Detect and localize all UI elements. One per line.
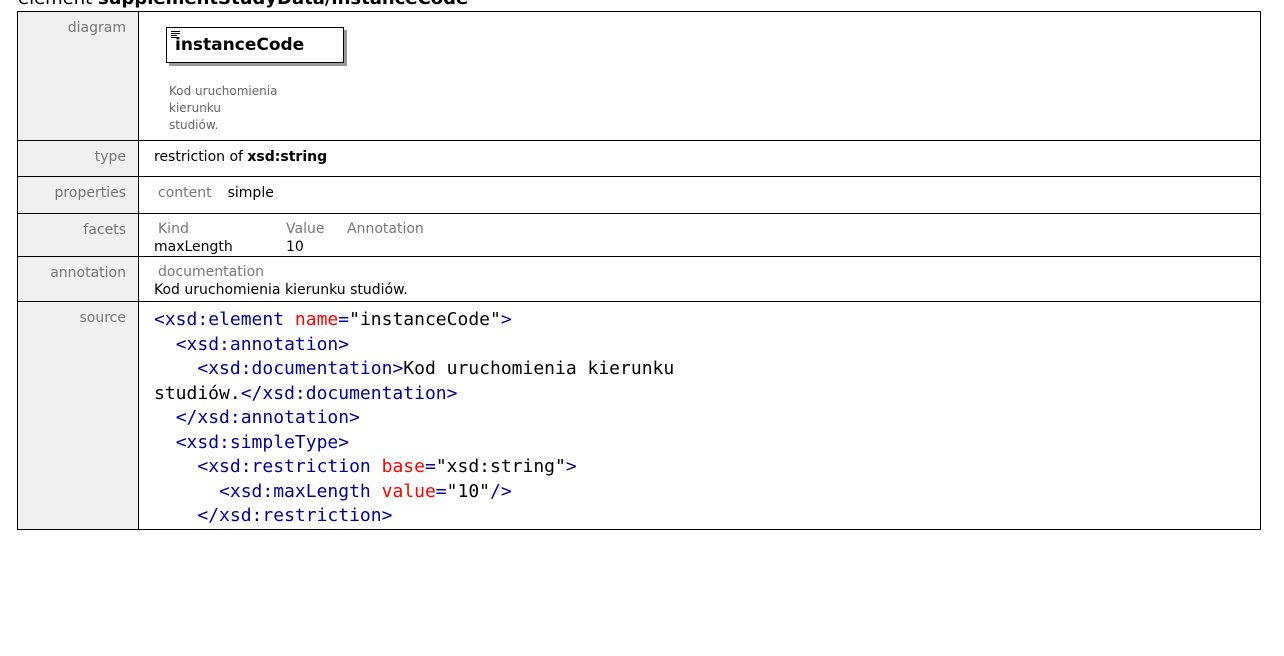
source-line: <xsd:annotation>: [154, 333, 1260, 358]
facet-value: 10: [286, 239, 304, 255]
tag-bracket: <: [197, 358, 209, 379]
tag-bracket: <: [154, 309, 165, 330]
facet-kind: maxLength: [154, 239, 233, 255]
row-label-source: source: [17, 301, 139, 530]
facets-header-value: Value: [286, 221, 325, 237]
row-label-diagram: diagram: [17, 11, 139, 141]
tag-bracket: >: [338, 333, 350, 355]
property-key: content: [158, 185, 212, 201]
attribute-value: "xsd:string": [435, 456, 566, 477]
diagram-row: diagram instanceCode Kod uruchomienia ki…: [17, 11, 1261, 141]
attribute-equals: =: [424, 456, 436, 477]
tag-bracket: >: [338, 431, 350, 453]
tag-name: xsd:restriction: [208, 456, 371, 477]
source-line: <xsd:simpleType>: [154, 431, 1260, 456]
row-label-type: type: [17, 140, 139, 177]
properties-cell: content simple: [138, 176, 1261, 214]
tag-name: xsd:documentation: [208, 358, 393, 379]
tag-bracket: <: [219, 480, 230, 502]
page-title-element-path: supplementStudyData/instanceCode: [98, 0, 468, 9]
tag-name: xsd:documentation: [262, 382, 447, 404]
tag-name: xsd:annotation: [186, 333, 339, 355]
tag-bracket: </: [175, 407, 198, 428]
attribute-value: "10": [446, 480, 490, 502]
facet-row: maxLength 10: [154, 238, 1260, 256]
source-line: <xsd:element name="instanceCode">: [154, 308, 1260, 333]
type-prefix: restriction of: [154, 149, 248, 165]
facets-cell: Kind Value Annotation maxLength 10: [138, 213, 1261, 257]
attribute-equals: =: [338, 309, 350, 330]
tag-bracket: >: [349, 407, 360, 428]
attribute-name: name: [294, 309, 339, 330]
tag-bracket: >: [392, 358, 404, 379]
tag-bracket: />: [490, 480, 512, 502]
element-diagram-box[interactable]: instanceCode: [166, 27, 344, 63]
source-code: <xsd:element name="instanceCode"> <xsd:a…: [139, 302, 1260, 529]
annotation-value: Kod uruchomienia kierunku studiów.: [154, 282, 408, 298]
type-row: type restriction of xsd:string: [17, 140, 1261, 177]
source-line: </xsd:annotation>: [154, 406, 1260, 431]
properties-row: properties content simple: [17, 176, 1261, 214]
tag-bracket: >: [446, 382, 458, 404]
tag-bracket: >: [381, 505, 393, 526]
row-label-annotation: annotation: [17, 256, 139, 302]
tag-bracket: <: [175, 431, 187, 453]
facets-row: facets Kind Value Annotation maxLength 10: [17, 213, 1261, 257]
tag-name: xsd:maxLength: [229, 480, 371, 502]
annotation-row: annotation documentation Kod uruchomieni…: [17, 256, 1261, 302]
tag-bracket: <: [175, 333, 187, 355]
facets-header-annotation: Annotation: [347, 221, 424, 237]
tag-name: xsd:restriction: [219, 505, 382, 526]
property-value: simple: [227, 185, 274, 201]
source-line: <xsd:maxLength value="10"/>: [154, 480, 1260, 505]
tag-bracket: </: [197, 505, 220, 526]
element-documentation-table: diagram instanceCode Kod uruchomienia ki…: [17, 11, 1261, 530]
source-line: </xsd:restriction>: [154, 504, 1260, 529]
source-line: <xsd:documentation>Kod uruchomienia kier…: [154, 357, 1260, 382]
annotation-cell: documentation Kod uruchomienia kierunku …: [138, 256, 1261, 302]
source-line: <xsd:restriction base="xsd:string">: [154, 455, 1260, 480]
diagram-cell: instanceCode Kod uruchomienia kierunku s…: [138, 11, 1261, 141]
source-row: source <xsd:element name="instanceCode">…: [17, 301, 1261, 530]
facets-header: Kind Value Annotation: [154, 220, 1260, 238]
type-cell: restriction of xsd:string: [138, 140, 1261, 177]
row-label-properties: properties: [17, 176, 139, 214]
source-line: studiów.</xsd:documentation>: [154, 382, 1260, 407]
tag-name: xsd:simpleType: [186, 431, 339, 453]
attribute-name: base: [381, 456, 425, 477]
type-base-link[interactable]: xsd:string: [247, 149, 327, 165]
diagram-element-name: instanceCode: [175, 35, 305, 55]
facets-header-kind: Kind: [158, 221, 189, 237]
diagram-documentation-line-1: Kod uruchomienia kierunku: [169, 84, 278, 115]
annotation-key: documentation: [158, 264, 265, 280]
attribute-equals: =: [435, 480, 447, 502]
diagram-documentation-line-2: studiów.: [169, 118, 219, 132]
diagram-documentation: Kod uruchomienia kierunku studiów.: [169, 83, 329, 134]
page-title-prefix: element: [18, 0, 98, 9]
tag-bracket: >: [500, 309, 512, 330]
text-content: studiów.: [154, 382, 241, 404]
tag-name: xsd:annotation: [197, 407, 350, 428]
tag-bracket: >: [565, 456, 577, 477]
attribute-value: "instanceCode": [349, 309, 501, 330]
attribute-name: value: [381, 480, 436, 502]
tag-bracket: </: [240, 382, 263, 404]
row-label-facets: facets: [17, 213, 139, 257]
tag-name: xsd:element: [164, 309, 285, 330]
tag-bracket: <: [197, 456, 209, 477]
page-title: element supplementStudyData/instanceCode: [18, 0, 468, 10]
source-cell: <xsd:element name="instanceCode"> <xsd:a…: [138, 301, 1261, 530]
text-content: Kod uruchomienia kierunku: [403, 358, 675, 379]
